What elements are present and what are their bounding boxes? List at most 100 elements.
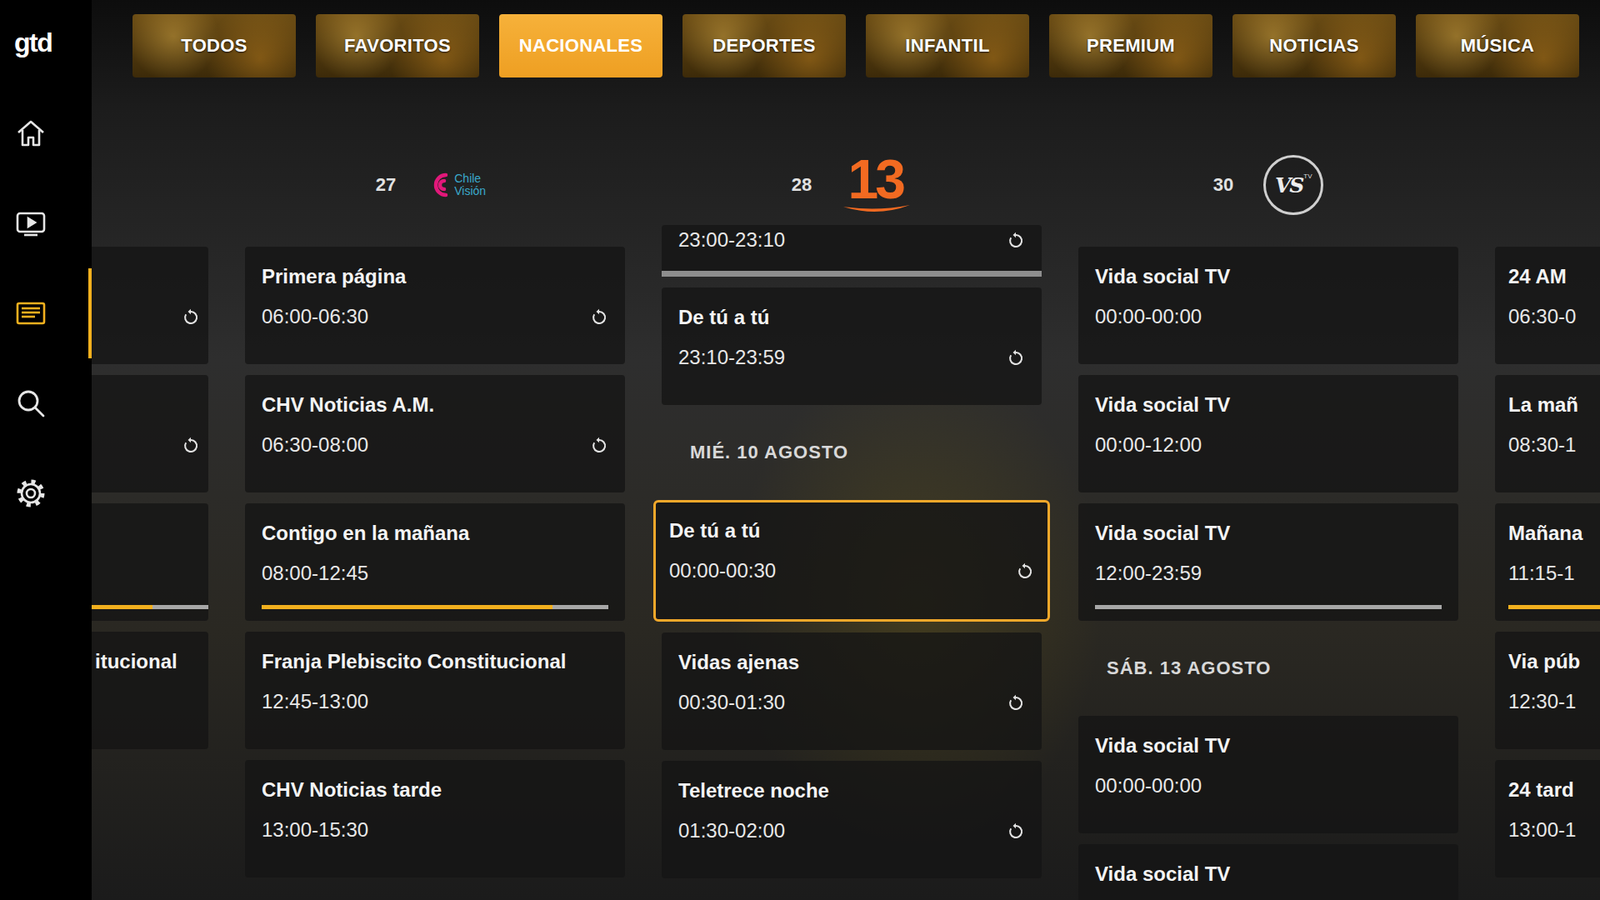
program-time: 00:00-00:00 xyxy=(1095,774,1202,798)
tv-play-icon xyxy=(14,206,48,240)
program-title: Via púb xyxy=(1508,650,1600,674)
program-card[interactable]: Vida social TV 00:00-00:00 xyxy=(1078,715,1459,834)
restart-icon[interactable] xyxy=(590,307,609,326)
program-time: 00:00-00:00 xyxy=(1095,305,1202,329)
program-card[interactable]: Franja Plebiscito Constitucional 12:45-1… xyxy=(245,631,625,750)
channel-header[interactable]: 30 VS TV xyxy=(1078,151,1459,219)
channel-column: Vida social TV 00:00-00:00 Vida social T… xyxy=(1078,222,1459,900)
program-title: De tú a tú xyxy=(678,305,1025,330)
program-card[interactable]: Mañana 11:15-1 xyxy=(1495,503,1600,621)
program-title: CHV Noticias tarde xyxy=(261,778,609,802)
program-time: 08:30-1 xyxy=(1508,433,1576,457)
program-time: 12:30-1 xyxy=(1508,690,1576,714)
search-icon xyxy=(14,386,48,420)
program-card[interactable]: 23:00-23:10 xyxy=(661,225,1042,277)
sidebar-item[interactable] xyxy=(0,358,92,449)
program-time: 00:30-01:30 xyxy=(678,690,785,715)
time-row: 12:45-13:00 xyxy=(261,690,609,714)
gtd-logo: gtd xyxy=(0,28,92,57)
program-card[interactable]: 24 tard 13:00-1 xyxy=(1495,760,1600,878)
program-title: 24 AM xyxy=(1508,265,1600,289)
program-title: De tú a tú xyxy=(669,519,1035,543)
chilevision-logo: Chile Visión xyxy=(425,168,495,202)
time-row: 00:00-00:30 xyxy=(669,559,1035,583)
sidebar-item[interactable] xyxy=(0,178,92,269)
restart-icon[interactable] xyxy=(1006,693,1025,712)
program-card[interactable] xyxy=(91,246,209,365)
date-header: MIÉ. 10 AGOSTO xyxy=(661,415,1042,490)
program-card[interactable]: De tú a tú 00:00-00:30 xyxy=(653,500,1050,622)
logo-text: VS xyxy=(1275,173,1303,198)
program-title: CHV Noticias A.M. xyxy=(261,393,609,417)
program-card[interactable]: Teletrece noche 01:30-02:00 xyxy=(661,760,1042,879)
restart-icon[interactable] xyxy=(1015,561,1035,580)
restart-icon[interactable] xyxy=(181,435,200,455)
program-time: 08:00-12:45 xyxy=(261,561,369,585)
channel-header[interactable]: 28 13 xyxy=(661,151,1042,219)
category-tab[interactable]: TODOS xyxy=(132,14,296,78)
channel-header[interactable]: 27 Chile Visión xyxy=(245,151,625,219)
program-title: Vida social TV xyxy=(1095,734,1442,758)
restart-icon[interactable] xyxy=(590,435,609,455)
epg-screen: gtd TODOS FAVORITOS NACIONALES DEPORTES INFA… xyxy=(0,0,1600,900)
program-title: Vida social TV xyxy=(1095,265,1442,289)
category-tab[interactable]: FAVORITOS xyxy=(315,14,480,78)
program-card[interactable]: Vida social TV 00:00-00:00 xyxy=(1078,246,1459,365)
sidebar: gtd xyxy=(0,0,92,900)
progress-fill xyxy=(91,605,153,610)
progress-bar xyxy=(1508,605,1600,610)
program-card[interactable]: De tú a tú 23:10-23:59 xyxy=(661,287,1042,405)
category-tab[interactable]: INFANTIL xyxy=(865,14,1030,78)
time-row: 00:00-12:00 xyxy=(1095,433,1442,457)
progress-fill xyxy=(261,605,553,610)
time-row: 00:00-00:00 xyxy=(1095,305,1442,329)
program-card[interactable]: Contigo en la mañana 08:00-12:45 xyxy=(245,503,625,621)
program-card[interactable]: La mañ 08:30-1 xyxy=(1495,375,1600,493)
category-tab[interactable]: NACIONALES xyxy=(499,14,663,78)
sidebar-item[interactable] xyxy=(0,88,92,179)
program-time: 12:00-23:59 xyxy=(1095,561,1202,585)
program-title: Vidas ajenas xyxy=(678,650,1025,675)
program-time: 13:00-15:30 xyxy=(261,818,369,842)
logo-text: Chile Visión xyxy=(454,172,495,198)
restart-icon[interactable] xyxy=(1006,348,1025,367)
time-row: 12:30-1 xyxy=(1508,690,1600,714)
program-card[interactable]: 24 AM 06:30-0 xyxy=(1495,246,1600,365)
program-time: 06:00-06:30 xyxy=(261,305,369,329)
program-card[interactable] xyxy=(91,375,209,493)
program-card[interactable]: CHV Noticias A.M. 06:30-08:00 xyxy=(245,375,625,493)
category-tab[interactable]: DEPORTES xyxy=(682,14,846,78)
program-card[interactable]: Vidas ajenas 00:30-01:30 xyxy=(661,632,1042,750)
program-card[interactable]: Vida social TV xyxy=(1078,844,1459,900)
program-time: 01:30-02:00 xyxy=(678,819,785,843)
time-row: 12:00-23:59 xyxy=(1095,561,1442,585)
progress-fill xyxy=(1508,605,1600,610)
restart-icon[interactable] xyxy=(181,307,200,326)
program-card[interactable]: Vida social TV 12:00-23:59 xyxy=(1078,503,1459,621)
category-tab[interactable]: MÚSICA xyxy=(1415,14,1580,78)
sidebar-item[interactable] xyxy=(0,268,92,359)
category-tab[interactable]: PREMIUM xyxy=(1049,14,1213,78)
program-title: Primera página xyxy=(261,265,609,289)
time-row: 11:15-1 xyxy=(1508,561,1600,585)
time-row: 13:00-1 xyxy=(1508,818,1600,842)
program-card[interactable]: Via púb 12:30-1 xyxy=(1495,631,1600,750)
program-card[interactable]: CHV Noticias tarde 13:00-15:30 xyxy=(245,760,625,878)
category-tab[interactable]: NOTICIAS xyxy=(1232,14,1396,78)
program-card[interactable]: itucional xyxy=(91,631,209,750)
program-title: Mañana xyxy=(1508,521,1600,545)
vs-logo: VS TV xyxy=(1263,155,1324,215)
progress-bar xyxy=(261,605,609,610)
time-row: 06:30-08:00 xyxy=(261,433,609,457)
program-card[interactable]: Vida social TV 00:00-12:00 xyxy=(1078,375,1459,493)
program-card[interactable]: Primera página 06:00-06:30 xyxy=(245,246,625,365)
program-card[interactable] xyxy=(91,503,209,621)
restart-icon[interactable] xyxy=(1006,230,1025,250)
time-row: 13:00-15:30 xyxy=(261,818,609,842)
program-title: La mañ xyxy=(1508,393,1600,417)
restart-icon[interactable] xyxy=(1006,821,1025,840)
guide-icon xyxy=(14,296,48,330)
sidebar-item[interactable] xyxy=(0,448,92,539)
